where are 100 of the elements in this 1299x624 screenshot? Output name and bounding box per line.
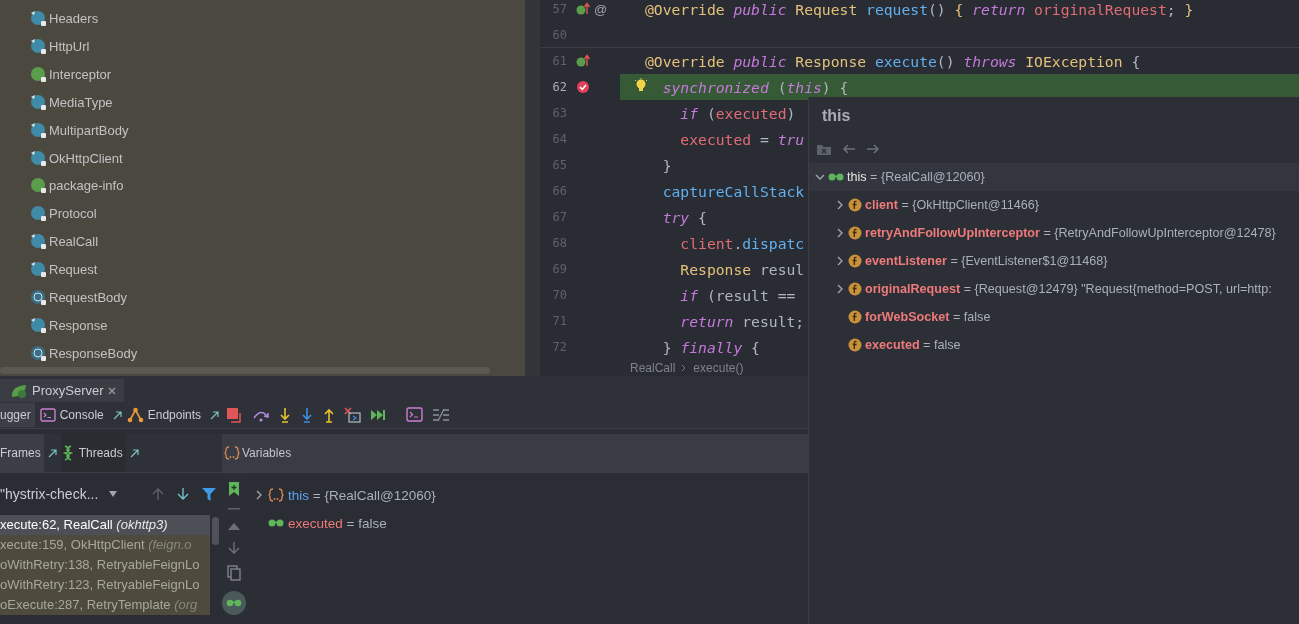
tree-item[interactable]: RealCall <box>49 234 99 250</box>
class-icon <box>30 233 47 251</box>
drop-frame-icon[interactable] <box>344 407 363 423</box>
variable-entry[interactable]: originalRequest = {Request@12479} "Request{method=POST, url=http: <box>865 282 1272 296</box>
tree-item[interactable]: Response <box>49 317 108 333</box>
frame-row[interactable]: oWithRetry:123, RetryableFeignLo <box>0 575 210 595</box>
class-icon <box>30 149 47 167</box>
class-icon <box>30 121 47 139</box>
class-icon <box>30 93 47 111</box>
glasses-button-icon[interactable] <box>222 591 246 615</box>
tree-item[interactable]: MediaType <box>49 94 113 110</box>
code-text: Response resul <box>679 260 805 278</box>
breakpoint-icon[interactable] <box>576 80 590 94</box>
line-number: 62 <box>551 80 568 94</box>
chevron-right-icon[interactable] <box>835 283 845 295</box>
code-text: try { <box>661 208 707 226</box>
fast-forward-icon[interactable] <box>370 407 387 423</box>
tool-tab[interactable]: Console <box>39 403 108 427</box>
filter-icon[interactable] <box>201 486 217 502</box>
arrow-down-icon[interactable] <box>300 407 315 423</box>
code-text: synchronized (this) { <box>661 78 849 96</box>
console-icon <box>39 408 56 422</box>
code-text: if (executed) <box>679 104 796 122</box>
field-icon <box>848 338 862 352</box>
thread-dropdown[interactable]: "hystrix-check... <box>0 486 140 502</box>
chevron-right-icon[interactable] <box>835 227 845 239</box>
variable-entry[interactable]: eventListener = {EventListener$1@11468} <box>865 254 1108 268</box>
arrow-right-icon[interactable] <box>866 144 880 154</box>
interface-icon <box>30 177 47 195</box>
endpoints-icon <box>126 407 144 423</box>
code-text: @Override public Response execute() throws IOException { <box>645 52 1141 70</box>
tree-item[interactable]: Interceptor <box>49 67 112 83</box>
console-icon[interactable] <box>406 407 425 423</box>
tree-item[interactable]: OkHttpClient <box>49 150 123 166</box>
bookmark-icon[interactable] <box>228 481 240 497</box>
leaf-icon <box>10 382 28 399</box>
chevron-right-icon[interactable] <box>835 199 845 211</box>
tree-item[interactable]: ResponseBody <box>49 345 138 361</box>
lightbulb-icon[interactable] <box>634 78 648 94</box>
arrow-down-icon[interactable] <box>176 487 190 501</box>
triangle-up-icon[interactable] <box>227 521 241 531</box>
variable-entry[interactable]: executed = false <box>865 338 961 352</box>
variable-entry[interactable]: forWebSocket = false <box>865 310 991 324</box>
tool-tab[interactable]: ugger <box>0 403 35 427</box>
abstract-icon <box>30 344 47 362</box>
arrow-left-icon[interactable] <box>842 144 856 154</box>
frame-row[interactable]: xecute:159, OkHttpClient (feign.o <box>0 535 210 555</box>
tree-item[interactable]: package-info <box>49 178 124 194</box>
code-text: @Override public Request request() { return originalRequest; } <box>645 0 1194 18</box>
pin-arrow-icon[interactable] <box>111 410 122 420</box>
pin-arrow-icon[interactable] <box>209 410 220 420</box>
abstract-icon <box>30 288 47 306</box>
frame-row[interactable]: oWithRetry:138, RetryableFeignLo <box>0 555 210 575</box>
tree-item[interactable]: RequestBody <box>49 289 128 305</box>
panel-title: Variables <box>242 446 292 460</box>
code-text: return result; <box>679 312 805 330</box>
close-icon[interactable] <box>107 386 116 395</box>
class-icon <box>30 316 47 334</box>
popup-title: this <box>821 106 852 126</box>
variable-entry[interactable]: client = {OkHttpClient@11466} <box>865 198 1039 212</box>
chevron-right-icon[interactable] <box>835 255 845 267</box>
field-icon <box>848 282 862 296</box>
override-icon <box>576 54 590 68</box>
code-text: } <box>661 156 672 174</box>
scrollbar[interactable] <box>212 517 219 545</box>
braces-icon <box>224 446 240 460</box>
copy-icon[interactable] <box>227 565 241 581</box>
variable-entry[interactable]: executed = false <box>288 515 387 531</box>
panel-tab[interactable]: Frames <box>0 434 44 472</box>
breadcrumb-item[interactable]: execute() <box>693 361 744 375</box>
field-icon <box>848 226 862 240</box>
tree-item[interactable]: Headers <box>49 11 99 27</box>
chevron-right-icon[interactable] <box>254 489 264 501</box>
field-icon <box>848 310 862 324</box>
arrow-down-icon[interactable] <box>278 407 293 423</box>
variable-entry[interactable]: retryAndFollowUpInterceptor = {RetryAndFollowUpInterceptor@12478} <box>865 226 1276 240</box>
variable-entry[interactable]: this = {RealCall@12060} <box>288 487 436 503</box>
class-icon <box>30 10 47 28</box>
pin-arrow-icon[interactable] <box>128 448 139 458</box>
frame-row[interactable]: xecute:62, RealCall (okhttp3) <box>0 515 210 535</box>
panel-tab[interactable]: Threads <box>60 434 126 472</box>
run-tab[interactable]: ProxyServer <box>0 379 124 402</box>
layout-icon[interactable] <box>432 407 451 423</box>
class-icon <box>30 261 47 278</box>
pin-arrow-icon[interactable] <box>46 448 57 458</box>
variable-entry[interactable]: this = {RealCall@12060} <box>847 170 985 184</box>
tab-label: ProxyServer <box>32 383 104 398</box>
gutter-marker[interactable]: @ <box>594 1 608 17</box>
frame-row[interactable]: oExecute:287, RetryTemplate (org <box>0 595 210 615</box>
breadcrumb-item[interactable]: RealCall <box>630 361 676 375</box>
dropdown-arrow-icon <box>108 490 119 498</box>
tree-item[interactable]: HttpUrl <box>49 39 90 55</box>
tree-item[interactable]: Protocol <box>49 206 97 222</box>
override-icon <box>576 2 590 16</box>
code-text: captureCallStack <box>661 182 805 200</box>
code-text: executed = tru <box>679 130 805 148</box>
tool-tab[interactable]: Endpoints <box>126 403 206 427</box>
tree-item[interactable]: MultipartBody <box>49 122 129 138</box>
code-text: } finally { <box>661 338 760 356</box>
tree-item[interactable]: Request <box>49 262 98 277</box>
